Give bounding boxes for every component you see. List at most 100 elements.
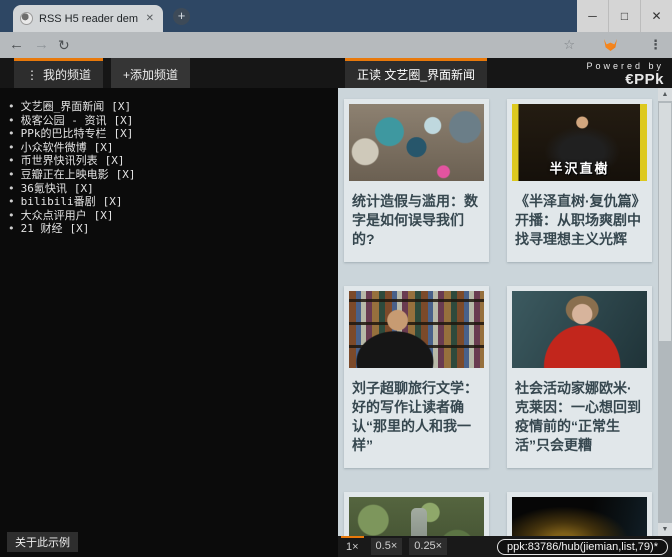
maximize-button[interactable]: □ [608,0,640,32]
article-title[interactable]: 《半泽直树·复仇篇》开播：从职场爽剧中找寻理想主义光辉 [515,192,644,249]
channel-item[interactable]: • 大众点评用户 [X] [8,209,338,223]
channel-link[interactable]: 大众点评用户 [21,209,87,222]
tab-my-channels-label: 我的频道 [43,66,91,83]
channel-item[interactable]: • 豆瓣正在上映电影 [X] [8,168,338,182]
channel-link[interactable]: 文艺圈_界面新闻 [21,100,105,113]
list-icon: ⋮ [26,68,38,82]
tab-my-channels[interactable]: ⋮ 我的频道 [14,58,103,88]
channel-remove-button[interactable]: [X] [116,168,136,181]
article-title[interactable]: 统计造假与滥用：数字是如何误导我们的? [352,192,481,249]
scrollbar-thumb[interactable] [659,103,671,341]
article-title[interactable]: 社会活动家娜欧米·克莱因：一心想回到疫情前的“正常生活”只会更糟 [515,379,644,455]
site-favicon-icon [20,12,33,25]
new-tab-button[interactable]: + [173,8,190,25]
card-row: 统计造假与滥用：数字是如何误导我们的? 半沢直樹 《半泽直树·复仇篇》开播：从职… [344,99,652,262]
channel-list: •文艺圈_界面新闻[X] •极客公园 - 资讯[X] •PPk的巴比特专栏[X]… [0,88,338,236]
tab-now-reading-label: 正读 文艺圈_界面新闻 [357,66,475,83]
zoom-1x-button[interactable]: 1× [341,536,364,557]
browser-tab-title: RSS H5 reader demo (Powere [39,13,138,25]
article-image-man-at-bookshelf [349,291,484,368]
channel-item[interactable]: •PPk的巴比特专栏[X] [8,127,338,141]
channel-link[interactable]: 小众软件微博 [21,141,87,154]
browser-titlebar: RSS H5 reader demo (Powere ✕ + ─ □ ✕ [0,0,672,32]
channel-link[interactable]: PPk的巴比特专栏 [21,127,107,140]
channel-remove-button[interactable]: [X] [114,114,134,127]
article-image-woman-red-blazer [512,291,647,368]
channel-remove-button[interactable]: [X] [105,154,125,167]
channel-remove-button[interactable]: [X] [74,182,94,195]
channel-item[interactable]: • 文艺圈_界面新闻 [X] [8,100,338,114]
tab-close-icon[interactable]: ✕ [144,13,156,24]
channel-item[interactable]: • 36氪快讯 [X] [8,182,338,196]
add-channel-label: +添加频道 [123,66,178,83]
bullet-icon: • [8,182,15,195]
forward-icon[interactable]: → [34,32,49,58]
channel-remove-button[interactable]: [X] [111,100,131,113]
scroll-up-icon[interactable]: ▲ [658,88,672,101]
zoom-05x-button[interactable]: 0.5× [371,538,403,555]
channel-item[interactable]: • 小众软件微博 [X] [8,141,338,155]
bullet-icon: • [8,100,15,113]
article-feed: 统计造假与滥用：数字是如何误导我们的? 半沢直樹 《半泽直树·复仇篇》开播：从职… [338,88,672,536]
channel-link[interactable]: 36氪快讯 [21,182,67,195]
ppk-logo-icon: € [625,71,634,88]
feed-scrollbar[interactable]: ▲ ▼ [658,88,672,536]
browser-navbar: ← → ↻ ⓘ tool.ppkpub.org/rss/ ☆ ⋮ [0,32,672,58]
ppk-logo: €PPk [586,73,664,86]
close-button[interactable]: ✕ [640,0,672,32]
channel-remove-button[interactable]: [X] [94,141,114,154]
bullet-icon: • [8,209,15,222]
bullet-icon: • [8,168,15,181]
metamask-fox-icon[interactable] [604,39,617,51]
card-row: 刘子超聊旅行文学：好的写作让读者确认“那里的人和我一样” 社会活动家娜欧米·克莱… [344,286,652,468]
article-card[interactable]: 居家工作的日子里，你 [507,492,652,536]
browser-tab[interactable]: RSS H5 reader demo (Powere ✕ [13,5,163,32]
article-card[interactable]: 统计造假与滥用：数字是如何误导我们的? [344,99,489,262]
bullet-icon: • [8,195,15,208]
channel-item[interactable]: • 21 财经 [X] [8,222,338,236]
channel-item[interactable]: • bilibili番剧 [X] [8,195,338,209]
channel-link[interactable]: bilibili番剧 [21,195,96,208]
channel-link[interactable]: 豆瓣正在上映电影 [21,168,109,181]
card-grid: 统计造假与滥用：数字是如何误导我们的? 半沢直樹 《半泽直树·复仇篇》开播：从职… [344,99,652,536]
app-header: ⋮ 我的频道 +添加频道 正读 文艺圈_界面新闻 Powered by €PPk [0,58,672,88]
browser-menu-icon[interactable]: ⋮ [649,32,662,58]
channel-link[interactable]: 极客公园 - 资讯 [21,114,107,127]
article-card[interactable]: 社会活动家娜欧米·克莱因：一心想回到疫情前的“正常生活”只会更糟 [507,286,652,468]
zoom-025x-button[interactable]: 0.25× [409,538,447,555]
channel-remove-button[interactable]: [X] [94,209,114,222]
bullet-icon: • [8,154,15,167]
bullet-icon: • [8,141,15,154]
channel-item[interactable]: • 币世界快讯列表 [X] [8,154,338,168]
ppk-logo-text: PPk [634,71,664,88]
about-example-button[interactable]: 关于此示例 [7,532,78,552]
poster-caption: 半沢直樹 [512,158,647,177]
article-image-hanzawa-poster: 半沢直樹 [512,104,647,181]
reader-bottom-bar: 1× 0.5× 0.25× ppk:83786/hub(jiemian,list… [338,536,672,557]
back-icon[interactable]: ← [9,32,24,58]
scroll-down-icon[interactable]: ▼ [658,523,672,536]
channel-remove-button[interactable]: [X] [103,195,123,208]
article-title[interactable]: 刘子超聊旅行文学：好的写作让读者确认“那里的人和我一样” [352,379,481,455]
channel-remove-button[interactable]: [X] [114,127,134,140]
channel-sidebar: •文艺圈_界面新闻[X] •极客公园 - 资讯[X] •PPk的巴比特专栏[X]… [0,88,338,557]
tab-now-reading[interactable]: 正读 文艺圈_界面新闻 [345,58,487,88]
article-card[interactable]: 《奥州小道》：松尾芭蕉 [344,492,489,536]
bullet-icon: • [8,222,15,235]
window-controls: ─ □ ✕ [577,0,672,32]
channel-link[interactable]: 币世界快讯列表 [21,154,98,167]
add-channel-button[interactable]: +添加频道 [111,58,190,88]
article-image-statue-garden [349,497,484,536]
ppk-address-chip[interactable]: ppk:83786/hub(jiemian,list,79)* [497,539,668,555]
channel-remove-button[interactable]: [X] [70,222,90,235]
article-image-dark-interior [512,497,647,536]
reload-icon[interactable]: ↻ [58,32,70,58]
powered-by: Powered by €PPk [586,60,664,86]
bookmark-star-icon[interactable]: ☆ [563,32,575,58]
channel-item[interactable]: • 极客公园 - 资讯 [X] [8,114,338,128]
bullet-icon: • [8,114,15,127]
article-card[interactable]: 刘子超聊旅行文学：好的写作让读者确认“那里的人和我一样” [344,286,489,468]
channel-link[interactable]: 21 财经 [21,222,63,235]
article-card[interactable]: 半沢直樹 《半泽直树·复仇篇》开播：从职场爽剧中找寻理想主义光辉 [507,99,652,262]
minimize-button[interactable]: ─ [577,0,608,32]
